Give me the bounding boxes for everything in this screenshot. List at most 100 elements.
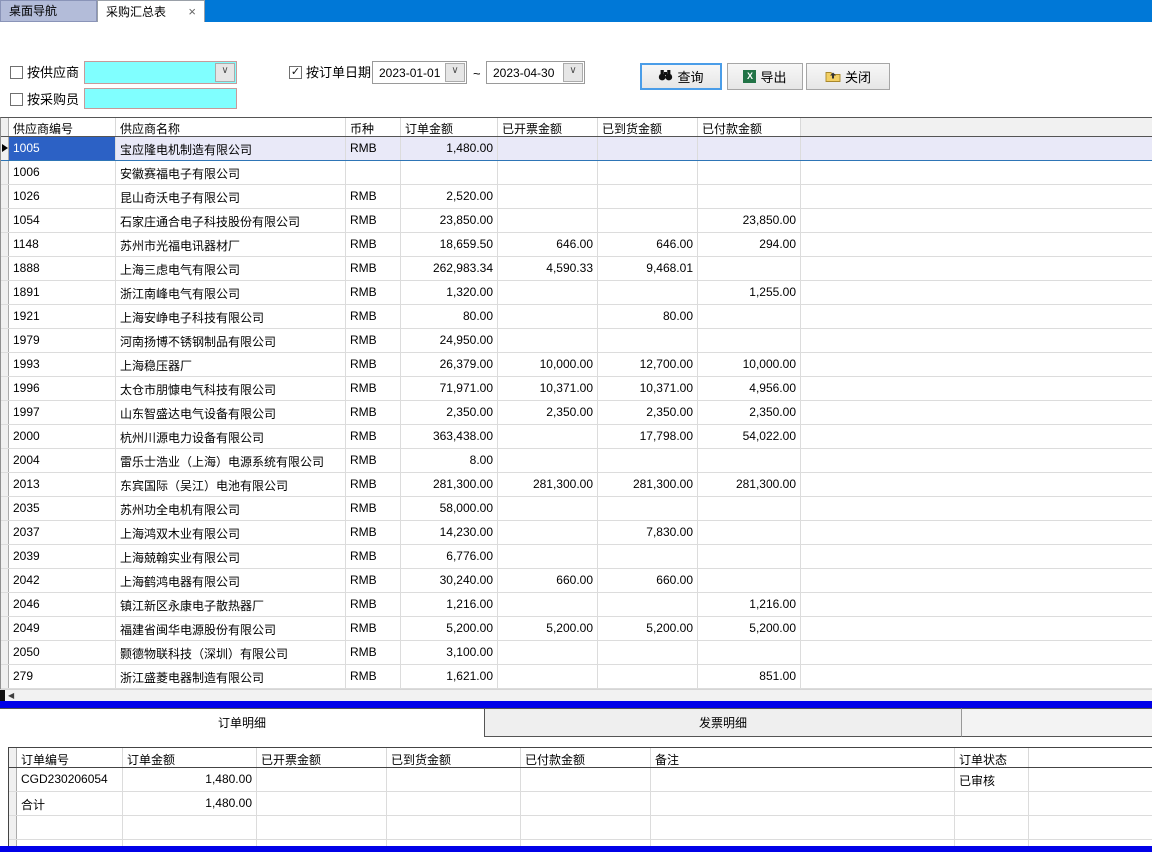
column-header[interactable]: 订单金额 [123, 748, 257, 767]
cell[interactable]: 23,850.00 [401, 209, 498, 232]
cell[interactable]: RMB [346, 401, 401, 424]
cell[interactable]: 浙江盛菱电器制造有限公司 [116, 665, 346, 688]
cell[interactable]: 71,971.00 [401, 377, 498, 400]
cell[interactable]: 上海鹤鸿电器有限公司 [116, 569, 346, 592]
column-header[interactable]: 备注 [651, 748, 955, 767]
cell[interactable]: 宝应隆电机制造有限公司 [116, 137, 346, 160]
table-row[interactable]: 1148苏州市光福电讯器材厂RMB18,659.50646.00646.0029… [1, 233, 1152, 257]
chevron-down-icon[interactable] [563, 63, 583, 82]
cell[interactable]: 646.00 [598, 233, 698, 256]
cell[interactable] [498, 449, 598, 472]
table-row[interactable]: 1921上海安峥电子科技有限公司RMB80.0080.00 [1, 305, 1152, 329]
cell[interactable]: 1993 [9, 353, 116, 376]
cell[interactable]: RMB [346, 569, 401, 592]
table-row[interactable]: 1054石家庄通合电子科技股份有限公司RMB23,850.0023,850.00 [1, 209, 1152, 233]
cell[interactable] [498, 521, 598, 544]
cell[interactable] [698, 137, 801, 160]
cell[interactable]: 1,480.00 [401, 137, 498, 160]
cell[interactable]: RMB [346, 377, 401, 400]
cell[interactable]: RMB [346, 473, 401, 496]
cell[interactable] [651, 792, 955, 815]
query-button[interactable]: 查询 [640, 63, 722, 90]
cell[interactable] [498, 161, 598, 184]
table-row[interactable]: 2049福建省闽华电源股份有限公司RMB5,200.005,200.005,20… [1, 617, 1152, 641]
cell[interactable] [598, 209, 698, 232]
cell[interactable]: 8.00 [401, 449, 498, 472]
cell[interactable]: CGD230206054 [17, 768, 123, 791]
cell[interactable] [955, 792, 1029, 815]
cell[interactable]: 1006 [9, 161, 116, 184]
cell[interactable] [498, 425, 598, 448]
close-button[interactable]: 关闭 [806, 63, 890, 90]
cell[interactable]: 1,480.00 [123, 792, 257, 815]
table-row[interactable]: 1996太仓市朋慷电气科技有限公司RMB71,971.0010,371.0010… [1, 377, 1152, 401]
cell[interactable]: 646.00 [498, 233, 598, 256]
cell[interactable] [257, 768, 387, 791]
cell[interactable] [598, 137, 698, 160]
column-header[interactable]: 订单金额 [401, 118, 498, 136]
cell[interactable] [123, 816, 257, 839]
cell[interactable]: 281,300.00 [698, 473, 801, 496]
splitter-bar[interactable] [0, 701, 1152, 708]
cell[interactable] [698, 161, 801, 184]
by-order-date-checkbox[interactable] [289, 66, 302, 79]
table-row[interactable]: 合计1,480.00 [9, 792, 1152, 816]
cell[interactable] [257, 792, 387, 815]
horizontal-scrollbar[interactable] [0, 689, 1152, 701]
cell[interactable]: 7,830.00 [598, 521, 698, 544]
cell[interactable] [598, 161, 698, 184]
table-row[interactable]: 1888上海三虑电气有限公司RMB262,983.344,590.339,468… [1, 257, 1152, 281]
export-button[interactable]: 导出 [727, 63, 803, 90]
cell[interactable]: 安徽赛福电子有限公司 [116, 161, 346, 184]
cell[interactable]: 5,200.00 [498, 617, 598, 640]
cell[interactable]: 281,300.00 [498, 473, 598, 496]
column-header[interactable]: 已付款金额 [521, 748, 651, 767]
cell[interactable] [498, 329, 598, 352]
cell[interactable]: RMB [346, 425, 401, 448]
cell[interactable]: 1997 [9, 401, 116, 424]
cell[interactable]: 2,350.00 [698, 401, 801, 424]
purchaser-input[interactable] [84, 88, 237, 109]
cell[interactable]: 1888 [9, 257, 116, 280]
table-row[interactable]: 2013东宾国际（吴江）电池有限公司RMB281,300.00281,300.0… [1, 473, 1152, 497]
cell[interactable]: 上海三虑电气有限公司 [116, 257, 346, 280]
cell[interactable] [521, 792, 651, 815]
cell[interactable]: 1,320.00 [401, 281, 498, 304]
cell[interactable]: 10,371.00 [598, 377, 698, 400]
cell[interactable]: 1026 [9, 185, 116, 208]
cell[interactable] [257, 816, 387, 839]
table-row[interactable]: 1891浙江南峰电气有限公司RMB1,320.001,255.00 [1, 281, 1152, 305]
cell[interactable]: 苏州功全电机有限公司 [116, 497, 346, 520]
cell[interactable]: 5,200.00 [401, 617, 498, 640]
cell[interactable]: 2050 [9, 641, 116, 664]
cell[interactable]: 3,100.00 [401, 641, 498, 664]
cell[interactable]: 1,216.00 [401, 593, 498, 616]
cell[interactable]: 雷乐士浩业（上海）电源系统有限公司 [116, 449, 346, 472]
column-header[interactable]: 已到货金额 [598, 118, 698, 136]
cell[interactable]: RMB [346, 641, 401, 664]
cell[interactable] [17, 816, 123, 839]
cell[interactable]: 24,950.00 [401, 329, 498, 352]
table-row[interactable]: 2037上海鸿双木业有限公司RMB14,230.007,830.00 [1, 521, 1152, 545]
cell[interactable] [698, 641, 801, 664]
cell[interactable] [698, 257, 801, 280]
cell[interactable] [346, 161, 401, 184]
cell[interactable] [387, 792, 521, 815]
cell[interactable] [698, 185, 801, 208]
cell[interactable]: 颢德物联科技（深圳）有限公司 [116, 641, 346, 664]
cell[interactable]: 80.00 [598, 305, 698, 328]
cell[interactable]: 1005 [9, 137, 116, 160]
cell[interactable]: 1,255.00 [698, 281, 801, 304]
cell[interactable]: 1,480.00 [123, 768, 257, 791]
cell[interactable] [498, 305, 598, 328]
table-row[interactable]: 2046镇江新区永康电子散热器厂RMB1,216.001,216.00 [1, 593, 1152, 617]
cell[interactable]: 1,621.00 [401, 665, 498, 688]
cell[interactable]: 660.00 [598, 569, 698, 592]
cell[interactable]: 河南扬博不锈钢制品有限公司 [116, 329, 346, 352]
cell[interactable]: 281,300.00 [598, 473, 698, 496]
column-header[interactable]: 供应商编号 [9, 118, 116, 136]
cell[interactable]: 5,200.00 [698, 617, 801, 640]
cell[interactable] [698, 521, 801, 544]
cell[interactable]: 9,468.01 [598, 257, 698, 280]
cell[interactable] [598, 497, 698, 520]
